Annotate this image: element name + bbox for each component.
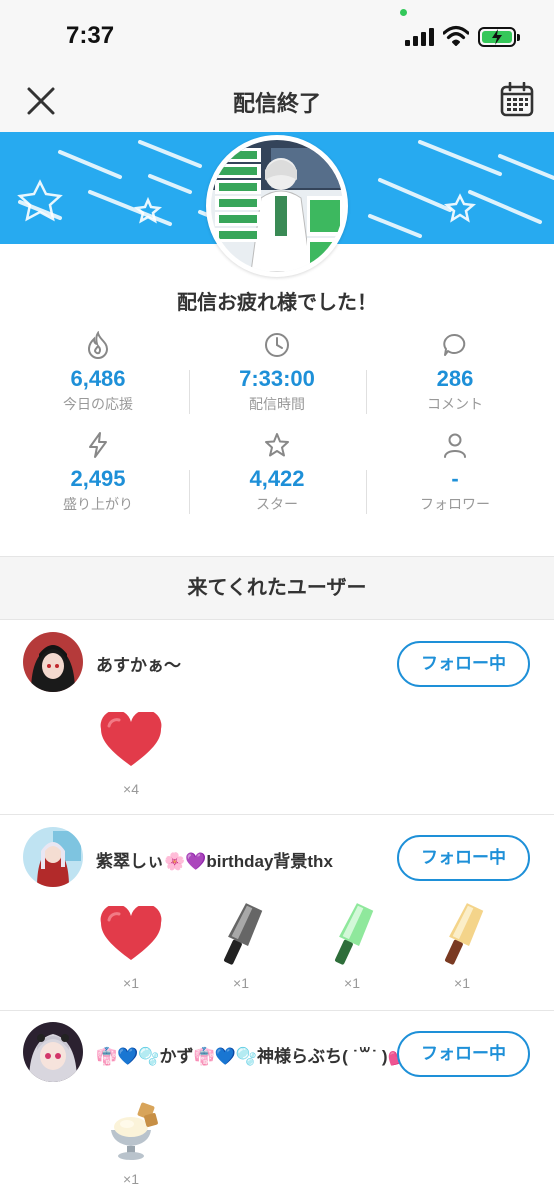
stat-label: フォロワー [420,496,490,512]
stat-label: 盛り上がり [63,496,133,512]
status-bar: 7:37 [0,0,554,70]
stat-value: 7:33:00 [239,366,315,391]
stat-label: 配信時間 [249,396,305,412]
recording-indicator-dot [400,9,407,16]
gift-count: ×1 [123,975,139,991]
cellular-signal-icon [405,28,435,46]
stat-value: 4,422 [249,466,305,491]
stat-value: 6,486 [70,366,126,391]
section-title: 来てくれたユーザー [187,577,367,599]
page-title: 配信終了 [232,91,321,116]
avatar[interactable] [23,632,83,692]
lightning-icon [89,432,107,458]
streamer-avatar [206,135,348,277]
gift-item: ×1 [422,901,502,991]
gift-count: ×1 [123,1171,139,1187]
user-name: 紫翠しぃ🌸💜birthday背景thx [96,852,333,871]
gift-count: ×1 [344,975,360,991]
person-icon [444,433,466,458]
gift-item: ×1 [201,901,281,991]
user-name: 👘💙🫧かず👘💙🫧神様らぶち( ˙꒳˙ )💕 [96,1047,409,1066]
heart-icon [100,906,162,960]
ice-cream-icon [111,1102,158,1160]
stat-label: コメント [427,396,483,412]
comment-icon [443,333,466,356]
stat-label: スター [256,496,298,512]
stat-value: - [451,466,459,491]
follow-button[interactable]: フォロー中 [397,835,530,881]
gift-item: ×1 [91,901,171,991]
follow-button[interactable]: フォロー中 [397,1031,530,1077]
stat-value: 2,495 [70,466,126,491]
status-time: 7:37 [66,22,115,49]
gift-item: ×4 [91,707,171,797]
black-penlight-icon [224,903,263,965]
stat-followers: - フォロワー [363,430,547,514]
user-name: あすかぁ〜 [96,656,181,675]
yellow-penlight-icon [445,903,484,965]
stat-today-support: 6,486 今日の応援 [6,330,190,414]
stat-value: 286 [436,366,474,391]
stat-stream-time: 7:33:00 配信時間 [185,330,369,414]
gift-item: ×1 [312,901,392,991]
stat-excitement: 2,495 盛り上がり [6,430,190,514]
fire-icon [87,331,109,359]
stat-label: 今日の応援 [63,396,133,412]
follow-button[interactable]: フォロー中 [397,641,530,687]
gift-count: ×4 [123,781,139,797]
clock-icon [265,333,289,357]
user-card: 👘💙🫧かず👘💙🫧神様らぶち( ˙꒳˙ )💕 フォロー中 ×1 [0,1011,554,1200]
star-icon [265,433,289,457]
stat-comments: 286 コメント [363,330,547,414]
section-header: 来てくれたユーザー [0,556,554,620]
thanks-message: 配信お疲れ様でした！ [177,292,377,314]
user-card: あすかぁ〜 フォロー中 ×4 [0,621,554,815]
gift-count: ×1 [454,975,470,991]
gift-count: ×1 [233,975,249,991]
gift-item: ×1 [91,1097,171,1187]
navigation-bar: 配信終了 [0,70,554,132]
green-penlight-icon [335,903,374,965]
user-card: 紫翠しぃ🌸💜birthday背景thx フォロー中 ×1 ×1 ×1 ×1 [0,815,554,1011]
avatar[interactable] [23,1022,83,1082]
wifi-icon [443,25,469,46]
calendar-icon[interactable] [500,82,534,118]
heart-icon [100,712,162,766]
battery-charging-icon [478,27,520,47]
avatar[interactable] [23,827,83,887]
stat-stars: 4,422 スター [185,430,369,514]
